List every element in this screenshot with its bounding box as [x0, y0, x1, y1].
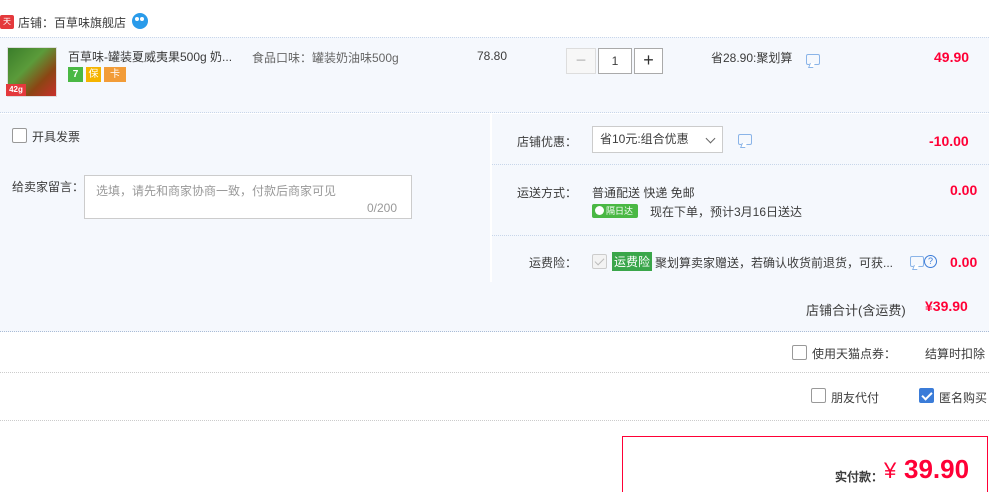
- guarantee-icon[interactable]: 保: [86, 67, 101, 82]
- points-checkbox[interactable]: [792, 345, 807, 360]
- item-subtotal: 49.90: [934, 49, 970, 65]
- coupon-select[interactable]: 省10元:组合优惠: [592, 126, 723, 153]
- insurance-amount: 0.00: [950, 254, 978, 270]
- discount-info-icon[interactable]: [806, 54, 820, 65]
- wangwang-chat-icon[interactable]: [132, 13, 148, 29]
- unit-price: 78.80: [477, 49, 508, 63]
- invoice-checkbox[interactable]: [12, 128, 27, 143]
- friend-pay-label: 朋友代付: [831, 391, 880, 405]
- help-icon[interactable]: ?: [924, 255, 937, 268]
- points-note: 结算时扣除: [925, 347, 986, 361]
- message-placeholder: 选填，请先和商家协商一致，付款后商家可见: [96, 184, 337, 198]
- divider: [0, 420, 989, 421]
- lightning-icon: [595, 206, 604, 215]
- message-char-count: 0/200: [367, 201, 398, 215]
- shipping-amount: 0.00: [950, 182, 978, 198]
- shipping-method: 普通配送 快递 免邮: [592, 186, 695, 200]
- shop-total-label: 店铺合计(含运费): [806, 303, 906, 318]
- points-label: 使用天猫点券：: [812, 347, 897, 361]
- coupon-label: 店铺优惠：: [517, 135, 578, 149]
- divider: [492, 235, 989, 236]
- pay-currency: ¥: [884, 458, 897, 483]
- insurance-chat-icon[interactable]: [910, 256, 924, 267]
- divider: [0, 372, 989, 373]
- quantity-increase-button[interactable]: +: [634, 48, 663, 74]
- quantity-input[interactable]: [598, 48, 632, 74]
- invoice-label: 开具发票: [32, 130, 81, 144]
- anonymous-label: 匿名购买: [939, 391, 988, 405]
- shipping-label: 运送方式：: [517, 186, 578, 200]
- shop-total-amount: ¥39.90: [925, 298, 968, 314]
- thumbnail-weight-badge: 42g: [6, 84, 26, 96]
- quantity-decrease-button[interactable]: −: [566, 48, 596, 74]
- pay-amount: 39.90: [904, 454, 970, 484]
- chevron-down-icon: [705, 133, 716, 144]
- tmall-badge: 天猫: [0, 15, 14, 40]
- credit-card-icon[interactable]: 卡: [104, 67, 126, 82]
- shipping-eta: 现在下单，预计3月16日送达: [650, 205, 803, 219]
- insurance-text: 聚划算卖家赠送，若确认收货前退货，可获...: [655, 256, 894, 270]
- product-title-link[interactable]: 百草味-罐装夏威夷果500g 奶...: [68, 48, 232, 65]
- pay-label: 实付款：: [835, 470, 884, 484]
- shop-name-link[interactable]: 店铺：百草味旗舰店: [18, 14, 126, 31]
- service-icons: 7保卡: [68, 67, 129, 82]
- insurance-checkbox: [592, 254, 607, 269]
- item-discount: 省28.90:聚划算: [711, 51, 793, 65]
- shop-header: [0, 0, 989, 40]
- coupon-selected-value: 省10元:组合优惠: [600, 132, 689, 146]
- insurance-tag: 运费险: [612, 252, 653, 271]
- message-label: 给卖家留言：: [12, 180, 85, 194]
- anonymous-checkbox[interactable]: [919, 388, 934, 403]
- insurance-label: 运费险：: [529, 256, 578, 270]
- coupon-amount: -10.00: [929, 133, 969, 149]
- product-sku: 食品口味：罐装奶油味500g: [252, 51, 399, 65]
- divider: [492, 164, 989, 165]
- friend-pay-checkbox[interactable]: [811, 388, 826, 403]
- coupon-info-icon[interactable]: [738, 134, 752, 145]
- seven-day-return-icon[interactable]: 7: [68, 67, 83, 82]
